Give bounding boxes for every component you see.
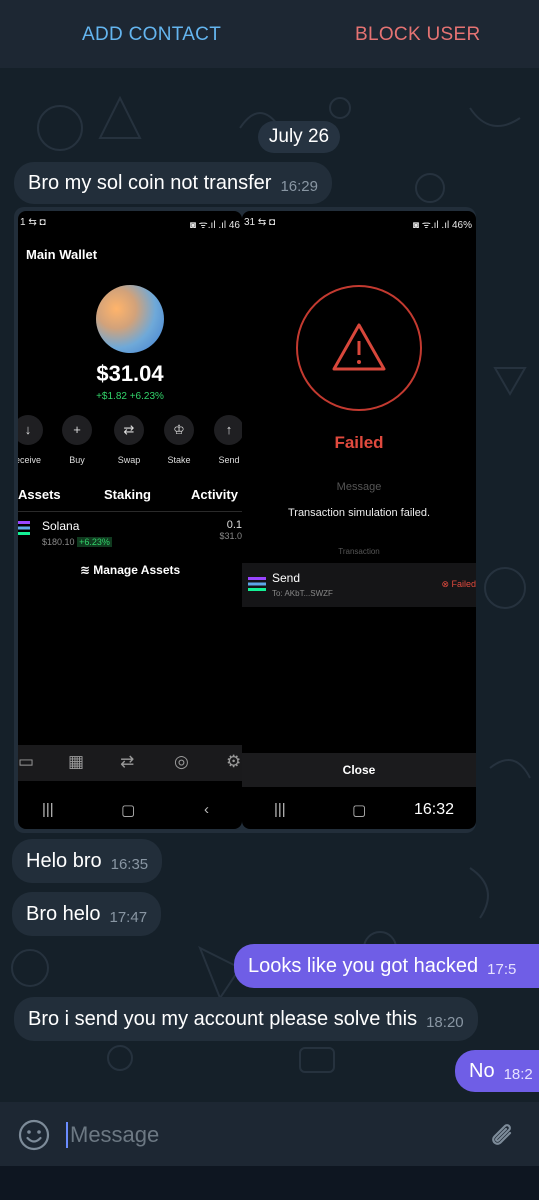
wallet-icon: ▭ — [18, 752, 35, 771]
message-time: 16:29 — [280, 177, 318, 195]
home-icon: ▢ — [121, 802, 136, 819]
message-bubble[interactable]: Bro i send you my account please solve t… — [14, 997, 478, 1041]
tab-activity: Activity — [191, 487, 238, 502]
transaction-label: Transaction — [338, 547, 380, 556]
tab-staking: Staking — [104, 487, 151, 502]
date-divider: July 26 — [258, 121, 340, 153]
swap-icon: ⇄ — [114, 415, 144, 445]
attach-icon[interactable] — [488, 1121, 518, 1151]
add-contact-button[interactable]: ADD CONTACT — [82, 24, 221, 46]
message-bubble[interactable]: Bro helo 17:47 — [12, 892, 162, 936]
message-text: Bro my sol coin not transfer — [28, 171, 272, 194]
message-time: 16:35 — [110, 855, 149, 873]
recents-icon: ||| — [42, 801, 54, 818]
chat-header-bar: ADD CONTACT BLOCK USER — [0, 0, 539, 68]
arrow-up-icon: ↑ — [214, 415, 242, 445]
message-bubble[interactable]: Helo bro 16:35 — [12, 839, 163, 883]
message-text: Helo bro — [26, 849, 102, 872]
globe-icon: ◎ — [174, 752, 189, 771]
solana-icon — [248, 577, 266, 591]
message-input[interactable]: Message — [70, 1122, 159, 1148]
media-time: 16:32 — [407, 799, 460, 821]
arrow-down-icon: ↓ — [18, 415, 43, 445]
recents-icon: ||| — [274, 801, 286, 818]
message-composer: Message — [0, 1102, 539, 1166]
close-button: Close — [242, 753, 476, 787]
transaction-recipient: To: AKbT...SWZF — [272, 589, 333, 598]
system-nav: ||| ▢ ‹ — [18, 795, 242, 829]
message-text: Looks like you got hacked — [248, 954, 479, 977]
block-user-button[interactable]: BLOCK USER — [355, 24, 480, 46]
status-bar-right: ◙ ᯤ.ıl .ıl 46% — [412, 220, 472, 231]
back-icon: ‹ — [204, 801, 209, 818]
send-action: ↑ Send — [211, 415, 242, 465]
message-bubble[interactable]: Bro my sol coin not transfer 16:29 — [14, 162, 332, 204]
wallet-balance: $31.04 — [96, 361, 164, 386]
wallet-bottom-nav: ▭ ▦ ⇄ ◎ ⚙ — [18, 745, 242, 781]
wallet-tabs: Assets Staking Activity — [18, 487, 242, 511]
grid-icon: ▦ — [68, 752, 85, 771]
asset-amount: 0.1 $31.0 — [219, 519, 242, 541]
message-time: 17:5 — [487, 960, 517, 978]
message-bubble[interactable]: No 18:2 — [455, 1050, 539, 1092]
stake-action: ♔ Stake — [161, 415, 197, 465]
status-bar-right: ◙ ᯤ.ıl .ıl 46 — [189, 220, 240, 231]
solana-icon — [18, 521, 30, 535]
failed-title: Failed — [334, 433, 384, 452]
transaction-row: Send To: AKbT...SWZF ⊗ Failed — [242, 563, 476, 607]
swap-icon: ⇄ — [120, 752, 135, 771]
bottom-spacer — [0, 1166, 539, 1200]
status-bar: 31 ⇆ ◘ — [244, 217, 276, 228]
text-cursor — [66, 1122, 68, 1148]
tabs-divider — [18, 511, 242, 512]
warning-icon — [332, 323, 386, 371]
manage-assets: ≋ Manage Assets — [79, 563, 181, 577]
message-text: No — [469, 1059, 495, 1082]
message-text: Bro i send you my account please solve t… — [28, 1007, 418, 1030]
message-time: 17:47 — [109, 908, 148, 926]
asset-price: $180.10 +6.23% — [42, 537, 112, 547]
message-label: Message — [336, 481, 382, 493]
emoji-icon[interactable] — [18, 1119, 50, 1151]
settings-icon: ⚙ — [226, 752, 242, 771]
error-message: Transaction simulation failed. — [287, 507, 431, 519]
plus-icon: + — [62, 415, 92, 445]
wallet-screenshot: 1 ⇆ ◘ ◙ ᯤ.ıl .ıl 46 Main Wallet $31.04 +… — [18, 211, 242, 829]
asset-row: Solana $180.10 +6.23% 0.1 $31.0 — [18, 517, 242, 551]
transaction-name: Send — [272, 571, 301, 585]
failed-transaction-screenshot: 31 ⇆ ◘ ◙ ᯤ.ıl .ıl 46% Failed Message Tra… — [242, 211, 476, 829]
home-icon: ▢ — [352, 802, 367, 819]
tab-assets: Assets — [18, 487, 61, 502]
message-bubble[interactable]: Looks like you got hacked 17:5 — [234, 944, 539, 988]
status-bar: 1 ⇆ ◘ — [20, 217, 46, 228]
asset-name: Solana — [42, 519, 80, 533]
wallet-avatar — [96, 285, 164, 353]
stake-icon: ♔ — [164, 415, 194, 445]
transaction-status: ⊗ Failed — [441, 579, 476, 589]
message-text: Bro helo — [26, 902, 101, 925]
balance-change: +$1.82 +6.23% — [96, 391, 164, 402]
swap-action: ⇄ Swap — [111, 415, 147, 465]
buy-action: + Buy — [59, 415, 95, 465]
wallet-title: Main Wallet — [26, 247, 98, 262]
message-time: 18:2 — [503, 1065, 533, 1083]
message-time: 18:20 — [426, 1013, 464, 1031]
receive-action: ↓ eceive — [18, 415, 46, 465]
image-attachment[interactable]: 1 ⇆ ◘ ◙ ᯤ.ıl .ıl 46 Main Wallet $31.04 +… — [14, 207, 476, 833]
